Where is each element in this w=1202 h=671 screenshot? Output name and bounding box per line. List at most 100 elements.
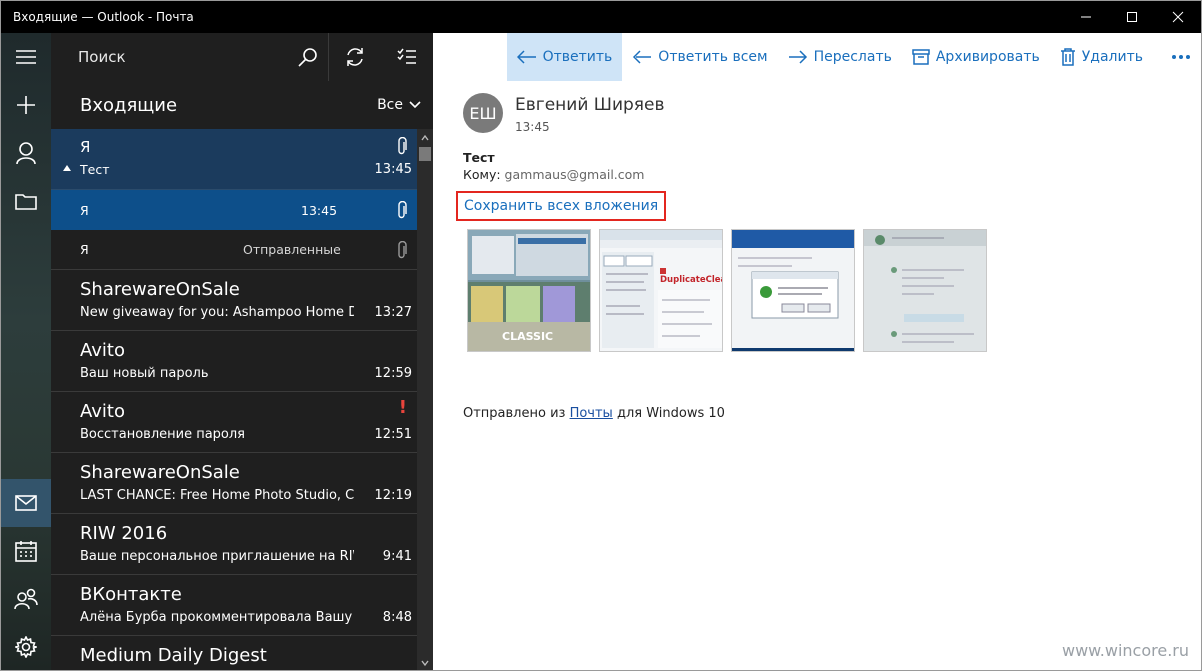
message-list: Я Тест 13:45 Я 13:45 Я Отправленные Shar… bbox=[51, 129, 417, 670]
minimize-button[interactable] bbox=[1063, 1, 1109, 33]
save-all-attachments-link[interactable]: Сохранить всех вложения bbox=[456, 191, 667, 221]
list-item[interactable]: SharewareOnSale LAST CHANCE: Free Home P… bbox=[51, 453, 417, 514]
search-input[interactable]: Поиск bbox=[51, 33, 328, 81]
navigation-rail bbox=[1, 33, 51, 670]
paperclip-icon bbox=[398, 241, 407, 259]
screenshot-classic-theme-icon: CLASSIC bbox=[468, 230, 590, 351]
mail-time: 9:41 bbox=[382, 549, 412, 564]
filter-dropdown[interactable]: Все bbox=[377, 97, 433, 113]
collapse-triangle-icon[interactable] bbox=[63, 165, 71, 171]
new-mail-button[interactable] bbox=[1, 81, 51, 129]
conversation-time: 13:45 bbox=[374, 162, 412, 177]
conversation-item-sent[interactable]: Я Отправленные bbox=[51, 230, 417, 270]
selection-mode-button[interactable] bbox=[381, 33, 433, 81]
scroll-up-icon[interactable] bbox=[421, 134, 429, 142]
archive-button[interactable]: Архивировать bbox=[902, 33, 1050, 81]
mail-time: 8:48 bbox=[382, 610, 412, 625]
list-scrollbar[interactable] bbox=[417, 129, 433, 670]
forward-button[interactable]: Переслать bbox=[778, 33, 902, 81]
mail-icon bbox=[15, 495, 37, 511]
attachment-thumbnail[interactable] bbox=[731, 229, 855, 352]
screenshot-chat-icon bbox=[864, 230, 986, 351]
search-placeholder: Поиск bbox=[78, 48, 126, 66]
search-icon[interactable] bbox=[298, 47, 318, 67]
sender-name[interactable]: Евгений Ширяев bbox=[515, 95, 665, 115]
reply-arrow-icon bbox=[516, 50, 536, 64]
mail-subject: LAST CHANCE: Free Home Photo Studio, Cod… bbox=[80, 488, 354, 503]
message-signature: Отправлено из Почты для Windows 10 bbox=[463, 406, 725, 421]
gear-icon bbox=[15, 636, 37, 658]
hamburger-menu-button[interactable] bbox=[1, 33, 51, 81]
scroll-down-icon[interactable] bbox=[421, 659, 429, 667]
attachment-thumbnail[interactable]: CLASSIC bbox=[467, 229, 591, 352]
mail-subject: Ваш новый пароль bbox=[80, 366, 209, 381]
mail-app-link[interactable]: Почты bbox=[570, 406, 613, 421]
recipient-address[interactable]: gammaus@gmail.com bbox=[505, 167, 645, 182]
calendar-icon bbox=[15, 541, 37, 562]
reply-button[interactable]: Ответить bbox=[506, 33, 623, 81]
settings-button[interactable] bbox=[1, 623, 51, 670]
mail-sender: SharewareOnSale bbox=[80, 279, 240, 300]
trash-icon bbox=[1060, 48, 1075, 66]
conversation-header[interactable]: Я Тест 13:45 bbox=[51, 129, 417, 190]
mail-subject: Восстановление пароля bbox=[80, 427, 246, 442]
attachment-thumbnail[interactable] bbox=[863, 229, 987, 352]
folder-icon bbox=[15, 194, 37, 210]
message-list-pane: Поиск Входящие Все Я Тест 13:45 Я 13:45 … bbox=[51, 33, 433, 670]
mail-button[interactable] bbox=[1, 479, 51, 527]
minimize-icon bbox=[1081, 16, 1091, 18]
message-time: 13:45 bbox=[515, 120, 550, 134]
mail-sender: Avito bbox=[80, 340, 125, 361]
list-item[interactable]: SharewareOnSale New giveaway for you: As… bbox=[51, 270, 417, 331]
mail-subject: Алёна Бурба прокомментировала Вашу видео… bbox=[80, 610, 354, 625]
reply-label: Ответить bbox=[542, 49, 613, 65]
search-row: Поиск bbox=[51, 33, 433, 81]
classic-caption: CLASSIC bbox=[502, 330, 553, 343]
scrollbar-thumb[interactable] bbox=[419, 147, 431, 161]
mail-sender: Medium Daily Digest bbox=[80, 645, 267, 666]
list-item[interactable]: Medium Daily Digest bbox=[51, 636, 417, 670]
message-recipients: Кому: gammaus@gmail.com bbox=[463, 167, 644, 182]
screenshot-duplicate-cleaner-icon: DuplicateCleaner bbox=[600, 230, 722, 351]
list-item[interactable]: ВКонтакте Алёна Бурба прокомментировала … bbox=[51, 575, 417, 636]
folder-header: Входящие Все bbox=[51, 81, 433, 129]
accounts-button[interactable] bbox=[1, 129, 51, 177]
delete-button[interactable]: Удалить bbox=[1050, 33, 1153, 81]
to-label: Кому: bbox=[463, 167, 501, 182]
sync-icon bbox=[347, 48, 363, 66]
item-sender: Я bbox=[80, 202, 89, 218]
archive-label: Архивировать bbox=[935, 49, 1040, 65]
forward-label: Переслать bbox=[813, 49, 892, 65]
mail-subject: New giveaway for you: Ashampoo Home Desi… bbox=[80, 305, 354, 320]
item-sender: Я bbox=[80, 242, 89, 257]
mail-subject: Ваше персональное приглашение на RIW 201… bbox=[80, 549, 354, 564]
outlook-mail-window: Входящие — Outlook - Почта Поиск Входящи… bbox=[0, 0, 1202, 671]
paperclip-icon bbox=[398, 137, 407, 155]
reply-all-button[interactable]: Ответить всем bbox=[622, 33, 777, 81]
mail-sender: SharewareOnSale bbox=[80, 462, 240, 483]
conversation-item-selected[interactable]: Я 13:45 bbox=[51, 190, 417, 230]
folders-button[interactable] bbox=[1, 177, 51, 225]
close-button[interactable] bbox=[1155, 1, 1201, 33]
paperclip-icon bbox=[398, 201, 407, 219]
filter-label: Все bbox=[377, 97, 403, 113]
save-all-label: Сохранить всех вложения bbox=[464, 198, 659, 214]
list-item[interactable]: Avito Ваш новый пароль 12:59 bbox=[51, 331, 417, 392]
maximize-button[interactable] bbox=[1109, 1, 1155, 33]
list-item[interactable]: RIW 2016 Ваше персональное приглашение н… bbox=[51, 514, 417, 575]
more-dots-icon bbox=[1172, 55, 1190, 59]
calendar-button[interactable] bbox=[1, 527, 51, 575]
sync-button[interactable] bbox=[329, 33, 381, 81]
attachment-thumbnail[interactable]: DuplicateCleaner bbox=[599, 229, 723, 352]
important-flag-icon: ! bbox=[398, 397, 407, 418]
window-title: Входящие — Outlook - Почта bbox=[13, 10, 194, 24]
list-item[interactable]: Avito ! Восстановление пароля 12:51 bbox=[51, 392, 417, 453]
checklist-icon bbox=[397, 48, 416, 64]
reading-pane: Ответить Ответить всем Переслать Архивир… bbox=[433, 33, 1201, 670]
people-button[interactable] bbox=[1, 575, 51, 623]
reply-all-arrow-icon bbox=[633, 50, 652, 64]
more-actions-button[interactable] bbox=[1153, 33, 1201, 81]
mail-time: 12:19 bbox=[374, 488, 412, 503]
person-icon bbox=[16, 142, 36, 165]
mail-time: 12:59 bbox=[374, 366, 412, 381]
